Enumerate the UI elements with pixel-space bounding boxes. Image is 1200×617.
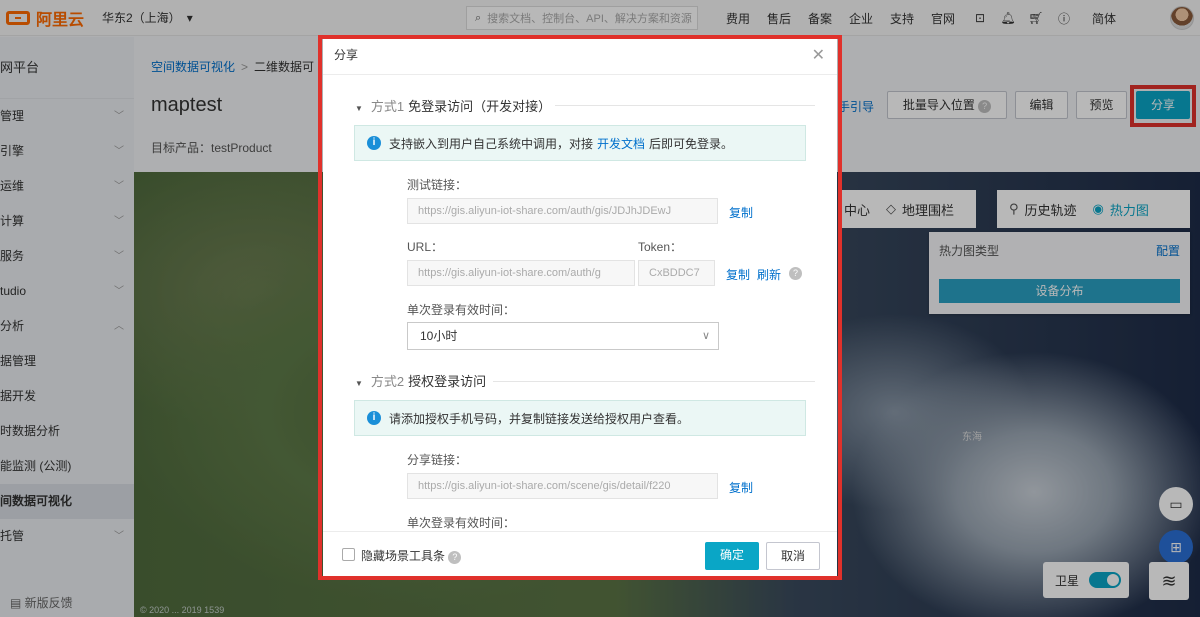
- dialog-highlight: [318, 35, 842, 580]
